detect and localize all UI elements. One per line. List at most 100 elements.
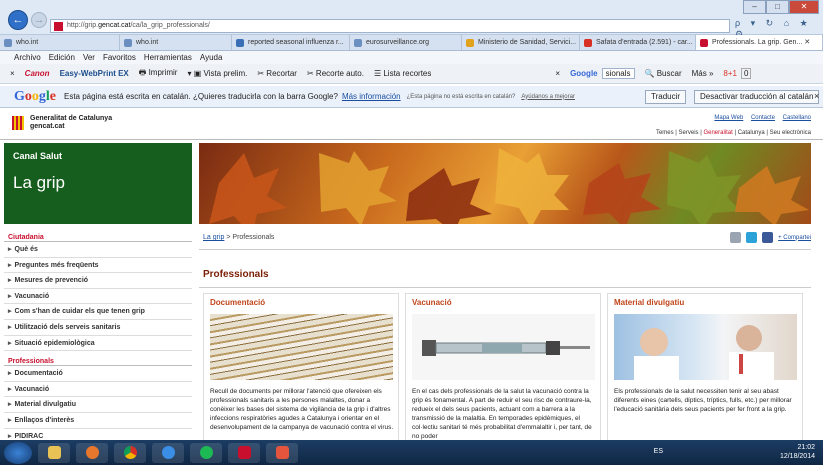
tab-safata[interactable]: Safata d'entrada (2.591) - car... <box>580 35 696 50</box>
nav-generalitat[interactable]: Generalitat <box>703 130 732 136</box>
sidebar-item-documentacio[interactable]: Documentació <box>4 366 192 382</box>
language-indicator[interactable]: ES <box>654 448 663 455</box>
easy-webprint-button[interactable]: Easy-WebPrint EX <box>60 69 129 78</box>
sidebar-item-vacunacio[interactable]: Vacunació <box>4 289 192 305</box>
catalan-flag-icon <box>12 116 24 130</box>
twitter-icon[interactable] <box>746 232 758 243</box>
tab-eurosurveillance[interactable]: eurosurveillance.org <box>350 35 462 50</box>
share-link[interactable]: + Compartei <box>778 235 811 241</box>
google-toolbar-close-icon[interactable]: × <box>555 69 560 78</box>
canal-salut-banner[interactable]: Canal Salut La grip <box>4 143 192 224</box>
gencat-brand[interactable]: Generalitat de Catalunya gencat.cat <box>12 115 112 131</box>
sitemap-link[interactable]: Mapa Web <box>714 115 743 121</box>
maximize-button[interactable]: □ <box>766 0 789 14</box>
syringe-photo <box>412 314 595 380</box>
card-material-divulgatiu: Material divulgatiu Els professionals de… <box>607 293 803 440</box>
sidebar-item-que-es[interactable]: Què és <box>4 242 192 258</box>
leaves-illustration <box>209 148 809 224</box>
tab-label: Safata d'entrada (2.591) - car... <box>596 39 693 46</box>
more-button[interactable]: Más » <box>692 69 714 78</box>
url-prefix: http://grip. <box>67 22 99 29</box>
start-button[interactable] <box>4 441 32 464</box>
card-title-vacunacio[interactable]: Vacunació <box>406 294 600 312</box>
contact-link[interactable]: Contacte <box>751 115 775 121</box>
menu-edicion[interactable]: Edición <box>49 51 75 64</box>
taskbar-media[interactable] <box>76 442 108 463</box>
gmail-icon <box>584 39 592 47</box>
minimize-button[interactable]: – <box>743 0 766 14</box>
autocut-button[interactable]: ✂ Recorte auto. <box>307 69 364 78</box>
documents-photo <box>210 314 393 380</box>
close-window-button[interactable]: ✕ <box>789 0 819 14</box>
google-search-button[interactable]: 🔍 Buscar <box>645 69 682 78</box>
menu-favoritos[interactable]: Favoritos <box>103 51 136 64</box>
forward-button[interactable]: → <box>31 12 47 28</box>
sidebar-item-serveis[interactable]: Utilització dels serveis sanitaris <box>4 320 192 336</box>
sidebar-item-vacunacio-prof[interactable]: Vacunació <box>4 382 192 398</box>
preview-button[interactable]: ▾ ▣ Vista prelim. <box>187 69 247 78</box>
breadcrumb-home[interactable]: La grip <box>203 234 224 241</box>
address-bar-area: ← → http://grip.gencat.cat/ca/la_grip_pr… <box>0 0 823 39</box>
forward-arrow-icon: → <box>33 14 45 26</box>
search-refresh-icons[interactable]: ρ ▾ ↻ <box>735 18 777 28</box>
page-title: Professionals <box>203 269 269 280</box>
menu-archivo[interactable]: Archivo <box>14 51 41 64</box>
toolbar-close-icon[interactable]: × <box>10 69 15 78</box>
nav-serveis[interactable]: Serveis <box>679 130 699 136</box>
taskbar-app[interactable] <box>266 442 298 463</box>
google-plus-button[interactable]: 8+1 <box>723 69 737 78</box>
taskbar-chrome[interactable] <box>114 442 146 463</box>
print-button[interactable]: 🖶 Imprimir <box>139 67 178 81</box>
nav-temes[interactable]: Temes <box>656 130 674 136</box>
help-improve-link[interactable]: Ayúdanos a mejorar <box>521 94 575 100</box>
tab-professionals[interactable]: Professionals. La grip. Gen... ✕ <box>696 35 823 50</box>
sidebar-item-enllacos[interactable]: Enllaços d'interès <box>4 413 192 429</box>
taskbar-explorer[interactable] <box>38 442 70 463</box>
card-title-documentacio[interactable]: Documentació <box>204 294 398 312</box>
taskbar-spotify[interactable] <box>190 442 222 463</box>
tab-label: eurosurveillance.org <box>366 39 430 46</box>
facebook-icon[interactable] <box>762 232 774 243</box>
print-icon[interactable] <box>730 232 742 243</box>
sidebar-item-material[interactable]: Material divulgatiu <box>4 397 192 413</box>
sidebar-item-pidirac[interactable]: PIDIRAC <box>4 429 192 440</box>
back-button[interactable]: ← <box>8 10 28 30</box>
disable-translation-button[interactable]: Desactivar traducción al catalán <box>694 90 820 104</box>
canal-salut-label: Canal Salut <box>13 151 63 161</box>
close-translate-icon[interactable]: × <box>814 91 819 101</box>
url-field[interactable]: http://grip.gencat.cat/ca/la_grip_profes… <box>50 19 730 33</box>
menu-ver[interactable]: Ver <box>83 51 95 64</box>
system-clock[interactable]: 21:02 12/18/2014 <box>780 443 815 461</box>
menu-ayuda[interactable]: Ayuda <box>200 51 223 64</box>
sidebar-item-situacio[interactable]: Situació epidemiològica <box>4 336 192 352</box>
spotify-icon <box>199 446 213 459</box>
breadcrumb-separator: > <box>226 234 231 241</box>
tab-influenza[interactable]: reported seasonal influenza r... <box>232 35 350 50</box>
menu-herramientas[interactable]: Herramientas <box>144 51 192 64</box>
sidebar-item-mesures[interactable]: Mesures de prevenció <box>4 273 192 289</box>
tab-who-int-2[interactable]: who.int <box>120 35 232 50</box>
sidebar-item-cuidar[interactable]: Com s'han de cuidar els que tenen grip <box>4 304 192 320</box>
translate-button[interactable]: Traducir <box>645 90 687 104</box>
google-search-box[interactable]: sionals <box>601 68 635 79</box>
google-translate-logo: Google <box>14 88 56 104</box>
toolbar: × Canon Easy-WebPrint EX 🖶 Imprimir ▾ ▣ … <box>0 64 823 84</box>
tab-who-int-1[interactable]: who.int <box>0 35 120 50</box>
brand-domain: gencat.cat <box>30 123 65 130</box>
brand-name: Generalitat de Catalunya <box>30 115 113 122</box>
nav-catalunya[interactable]: Catalunya <box>738 130 765 136</box>
cut-button[interactable]: ✂ Recortar <box>257 69 297 78</box>
taskbar-acrobat[interactable] <box>228 442 260 463</box>
nav-seu-electronica[interactable]: Seu electrònica <box>770 130 811 136</box>
title-divider <box>199 287 811 288</box>
tab-ministerio[interactable]: Ministerio de Sanidad, Servici... <box>462 35 580 50</box>
castellano-link[interactable]: Castellano <box>783 115 811 121</box>
taskbar-ie[interactable] <box>152 442 184 463</box>
sidebar-item-preguntes[interactable]: Preguntes més freqüents <box>4 258 192 274</box>
tab-close-icon[interactable]: ✕ <box>804 39 810 46</box>
doctors-illustration <box>634 325 774 380</box>
card-title-material[interactable]: Material divulgatiu <box>608 294 802 312</box>
more-info-link[interactable]: Más información <box>342 92 401 101</box>
google-logo: Google <box>570 69 598 78</box>
recent-list-button[interactable]: ☰ Lista recortes <box>374 69 431 78</box>
